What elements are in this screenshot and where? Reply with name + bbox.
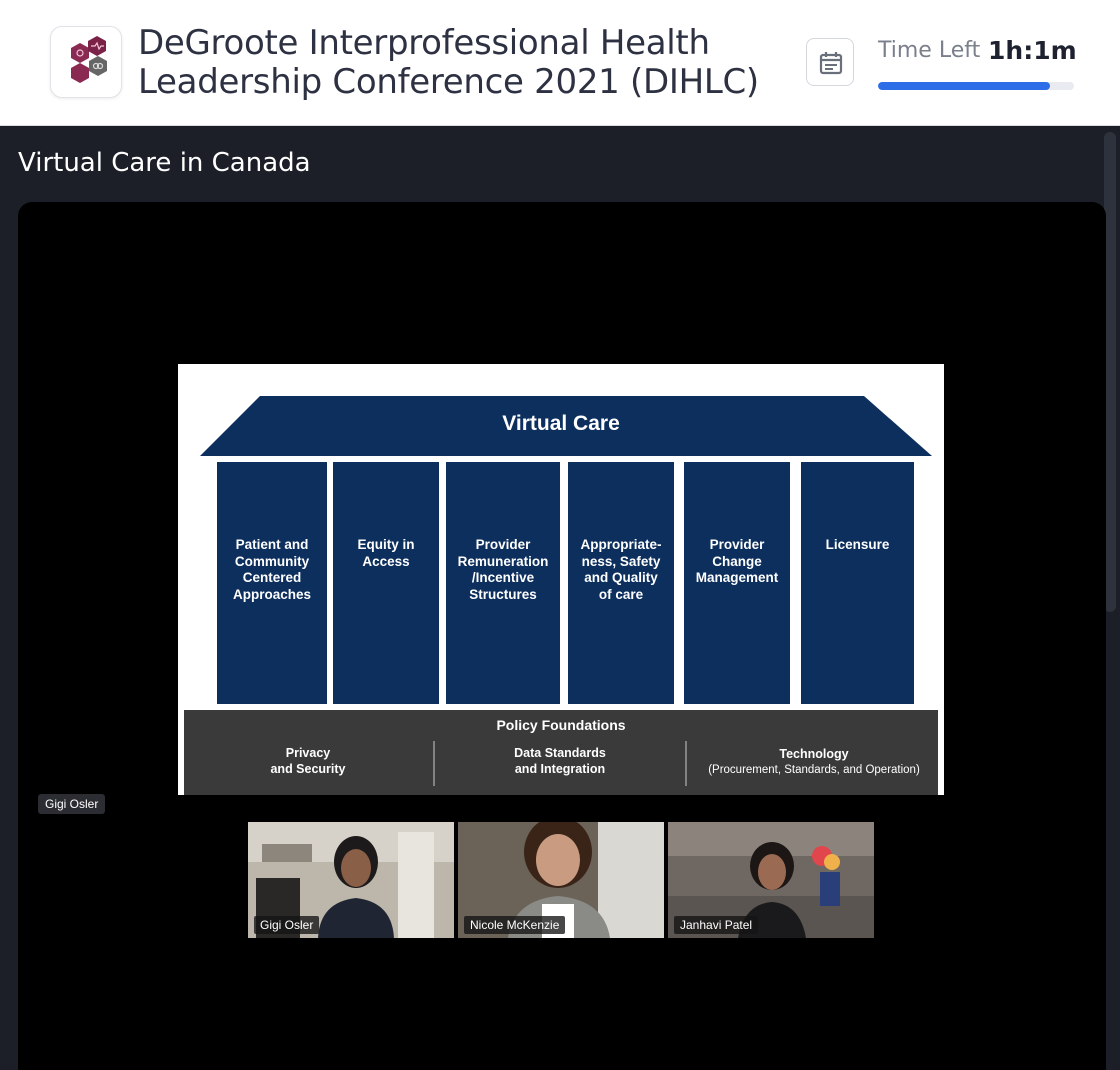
- time-progress-fill: [878, 82, 1051, 90]
- slide-pillar: [801, 462, 914, 704]
- slide-pillar: [333, 462, 439, 704]
- pillar-label: Provider Change Management: [695, 537, 779, 585]
- foundation-data-standards: Data Standards and Integration: [514, 746, 606, 776]
- slide-roof-label: Virtual Care: [502, 412, 620, 435]
- presentation-slide: Virtual Care Patient and Community Centere…: [178, 364, 944, 795]
- participant-tile[interactable]: Gigi Osler: [248, 822, 454, 938]
- session-title: Virtual Care in Canada: [18, 148, 311, 178]
- pillar-label: Patient and Community Centered Approaches: [232, 537, 312, 602]
- foundation-technology-title: Technology: [779, 747, 849, 761]
- foundation-privacy: Privacy and Security: [270, 746, 346, 776]
- participant-name: Janhavi Patel: [674, 916, 759, 934]
- pillar-label: Licensure: [825, 537, 890, 552]
- participant-tile[interactable]: Janhavi Patel: [668, 822, 874, 938]
- hexagon-logo-icon: [71, 36, 107, 83]
- foundation-technology-subtitle: (Procurement, Standards, and Operation): [708, 763, 920, 776]
- time-left-value: 1h:1m: [988, 36, 1077, 65]
- pillar-label: Provider Remuneration/Incentive Structures: [457, 537, 549, 602]
- conference-header: DeGroote Interprofessional Health Leader…: [0, 0, 1120, 126]
- time-progress-bar: [878, 82, 1074, 90]
- event-title: DeGroote Interprofessional Health Leader…: [138, 23, 759, 102]
- participant-name: Gigi Osler: [254, 916, 320, 934]
- participant-name: Nicole McKenzie: [464, 916, 566, 934]
- time-left-label: Time Left: [878, 38, 981, 63]
- calendar-button[interactable]: [806, 38, 854, 86]
- video-player[interactable]: Virtual Care Patient and Community Centere…: [18, 202, 1106, 1070]
- pillar-label: Appropriate-ness, Safety and Quality of ca…: [580, 537, 662, 602]
- calendar-icon: [819, 52, 843, 75]
- active-speaker-tag: Gigi Osler: [38, 794, 106, 814]
- participant-tile[interactable]: Nicole McKenzie: [458, 822, 664, 938]
- conference-logo: [50, 26, 122, 98]
- policy-foundations-title: Policy Foundations: [496, 717, 626, 733]
- foundation-technology: Technology (Procurement, Standards, and …: [694, 747, 934, 778]
- pillar-label: Equity in Access: [357, 537, 415, 569]
